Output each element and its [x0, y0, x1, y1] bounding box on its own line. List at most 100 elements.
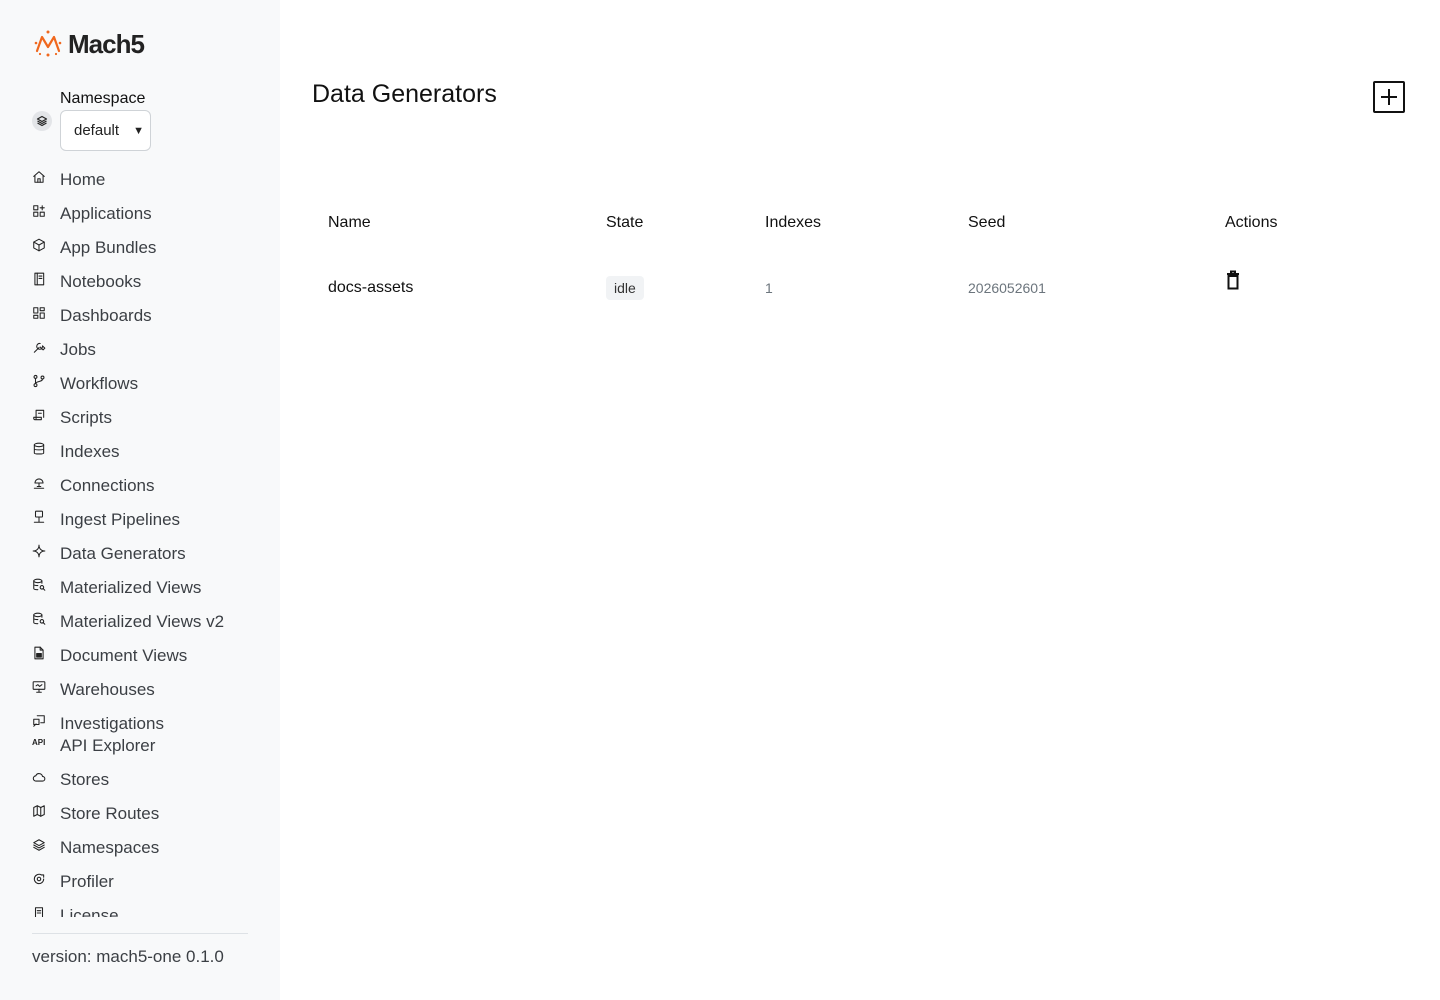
- sidebar-item-stores[interactable]: Stores: [32, 767, 262, 801]
- sidebar-item-data-generators[interactable]: Data Generators: [32, 541, 262, 575]
- cell-actions: [1209, 246, 1408, 330]
- sidebar-item-label: Stores: [60, 770, 110, 789]
- sidebar-item-indexes[interactable]: Indexes: [32, 439, 262, 473]
- status-badge: idle: [606, 276, 644, 300]
- namespace-select[interactable]: default ▼: [60, 110, 151, 151]
- notebook-icon: [32, 272, 60, 292]
- sidebar-item-label: Notebooks: [60, 272, 142, 291]
- sidebar-item-label: Ingest Pipelines: [60, 510, 181, 529]
- main-content: Data Generators Name State Indexes Seed …: [280, 0, 1440, 1000]
- sidebar-item-warehouses[interactable]: Warehouses: [32, 677, 262, 711]
- sidebar-item-connections[interactable]: Connections: [32, 473, 262, 507]
- apps-icon: [32, 204, 60, 224]
- sidebar-item-label: Namespaces: [60, 838, 160, 857]
- sidebar-item-home[interactable]: Home: [32, 167, 262, 201]
- sidebar-item-workflows[interactable]: Workflows: [32, 371, 262, 405]
- license-icon: [32, 906, 60, 917]
- namespace-label: Namespace: [60, 90, 146, 107]
- sidebar-item-label: Scripts: [60, 408, 112, 427]
- satellite-icon: [32, 476, 60, 496]
- pipeline-icon: [32, 510, 60, 530]
- cell-indexes: 1: [765, 280, 773, 296]
- column-header-actions: Actions: [1225, 214, 1278, 231]
- sidebar-item-document-views[interactable]: Document Views: [32, 643, 262, 677]
- sidebar-item-materialized-views[interactable]: Materialized Views: [32, 575, 262, 609]
- app-logo[interactable]: Mach5: [32, 28, 145, 60]
- sidebar-item-license[interactable]: License: [32, 903, 262, 917]
- script-icon: [32, 408, 60, 428]
- stack-icon: [32, 838, 60, 858]
- logo-text: Mach5: [68, 28, 145, 59]
- sidebar-item-label: Data Generators: [60, 544, 186, 563]
- cell-seed: 2026052601: [968, 280, 1046, 296]
- sidebar-item-store-routes[interactable]: Store Routes: [32, 801, 262, 835]
- trash-icon: [1227, 270, 1239, 289]
- sidebar-item-dashboards[interactable]: Dashboards: [32, 303, 262, 337]
- data-generators-table: Name State Indexes Seed Actions docs-ass…: [312, 200, 1408, 330]
- sidebar-item-investigations[interactable]: Investigations: [32, 711, 262, 733]
- column-header-name: Name: [328, 214, 371, 231]
- column-header-state: State: [606, 214, 644, 231]
- wrench-icon: [32, 340, 60, 360]
- sidebar-item-api-explorer[interactable]: API API Explorer: [32, 733, 262, 767]
- stack-icon: [32, 110, 52, 131]
- git-branch-icon: [32, 374, 60, 394]
- cloud-icon: [32, 770, 60, 790]
- sidebar-item-label: Warehouses: [60, 680, 155, 699]
- table-row: docs-assets idle 1 2026052601: [312, 246, 1408, 330]
- sidebar-item-scripts[interactable]: Scripts: [32, 405, 262, 439]
- chevron-down-icon: ▼: [133, 124, 144, 137]
- cell-state: idle: [590, 246, 749, 330]
- profiler-icon: [32, 872, 60, 892]
- database-icon: [32, 442, 60, 462]
- sidebar-item-label: Connections: [60, 476, 155, 495]
- sidebar-item-label: App Bundles: [60, 238, 157, 257]
- sidebar-nav: Home Applications App Bundles Notebooks …: [32, 167, 262, 917]
- sidebar-item-label: Indexes: [60, 442, 120, 461]
- column-header-seed: Seed: [968, 214, 1006, 231]
- namespace-value: default: [74, 122, 120, 139]
- sidebar-item-profiler[interactable]: Profiler: [32, 869, 262, 903]
- sidebar-item-label: Dashboards: [60, 306, 152, 325]
- delete-button[interactable]: [1225, 270, 1241, 290]
- sidebar-item-app-bundles[interactable]: App Bundles: [32, 235, 262, 269]
- investigation-icon: [32, 714, 60, 734]
- sidebar-item-label: Investigations: [60, 714, 164, 733]
- sidebar-item-label: Profiler: [60, 872, 114, 891]
- database-search-icon: [32, 612, 60, 632]
- table-header-row: Name State Indexes Seed Actions: [312, 200, 1408, 246]
- version-text: version: mach5-one 0.1.0: [32, 947, 224, 966]
- sidebar-item-label: Applications: [60, 204, 152, 223]
- sidebar-item-notebooks[interactable]: Notebooks: [32, 269, 262, 303]
- monitor-icon: [32, 680, 60, 700]
- sidebar-item-label: Jobs: [60, 340, 96, 359]
- sidebar-item-jobs[interactable]: Jobs: [32, 337, 262, 371]
- sidebar-item-label: Materialized Views v2: [60, 612, 225, 631]
- home-icon: [32, 170, 60, 190]
- sidebar-item-label: Materialized Views: [60, 578, 202, 597]
- column-header-indexes: Indexes: [765, 214, 822, 231]
- namespace-selector: Namespace default ▼: [32, 90, 151, 151]
- mach5-logo-icon: [34, 30, 62, 57]
- map-icon: [32, 804, 60, 824]
- sparkle-icon: [32, 544, 60, 564]
- sidebar-item-label: Workflows: [60, 374, 139, 393]
- dashboard-icon: [32, 306, 60, 326]
- database-search-icon: [32, 578, 60, 598]
- sidebar-divider: [32, 933, 248, 934]
- sidebar-item-label: Store Routes: [60, 804, 160, 823]
- sidebar-item-materialized-views-v2[interactable]: Materialized Views v2: [32, 609, 262, 643]
- sidebar-item-label: API Explorer: [60, 736, 156, 755]
- add-data-generator-button[interactable]: [1373, 81, 1405, 113]
- plus-icon: [1381, 89, 1397, 105]
- sidebar-item-applications[interactable]: Applications: [32, 201, 262, 235]
- cell-name: docs-assets: [328, 279, 414, 296]
- sidebar-item-label: Document Views: [60, 646, 188, 665]
- page-title: Data Generators: [312, 80, 497, 108]
- sidebar-item-label: License: [60, 906, 119, 917]
- sidebar-item-namespaces[interactable]: Namespaces: [32, 835, 262, 869]
- api-icon: API: [32, 738, 46, 747]
- file-icon: [32, 646, 60, 666]
- sidebar-item-ingest-pipelines[interactable]: Ingest Pipelines: [32, 507, 262, 541]
- package-icon: [32, 238, 60, 258]
